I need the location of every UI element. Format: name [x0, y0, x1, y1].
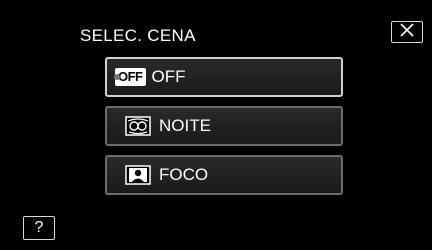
night-scene-icon — [123, 115, 153, 137]
menu-item-label: OFF — [151, 67, 186, 86]
help-button[interactable]: ? — [23, 216, 55, 240]
close-x-icon — [399, 22, 415, 42]
menu-item-spotlight[interactable]: FOCO — [105, 155, 343, 195]
page-title: SELEC. CENA — [80, 26, 196, 45]
spotlight-icon — [123, 164, 153, 186]
menu-item-label: FOCO — [159, 165, 209, 184]
menu-item-label: NOITE — [159, 116, 211, 135]
menu-item-off[interactable]: OFF OFF — [105, 57, 343, 97]
close-button[interactable] — [391, 21, 423, 43]
selected-indicator — [114, 74, 120, 80]
menu-item-night[interactable]: NOITE — [105, 106, 343, 146]
